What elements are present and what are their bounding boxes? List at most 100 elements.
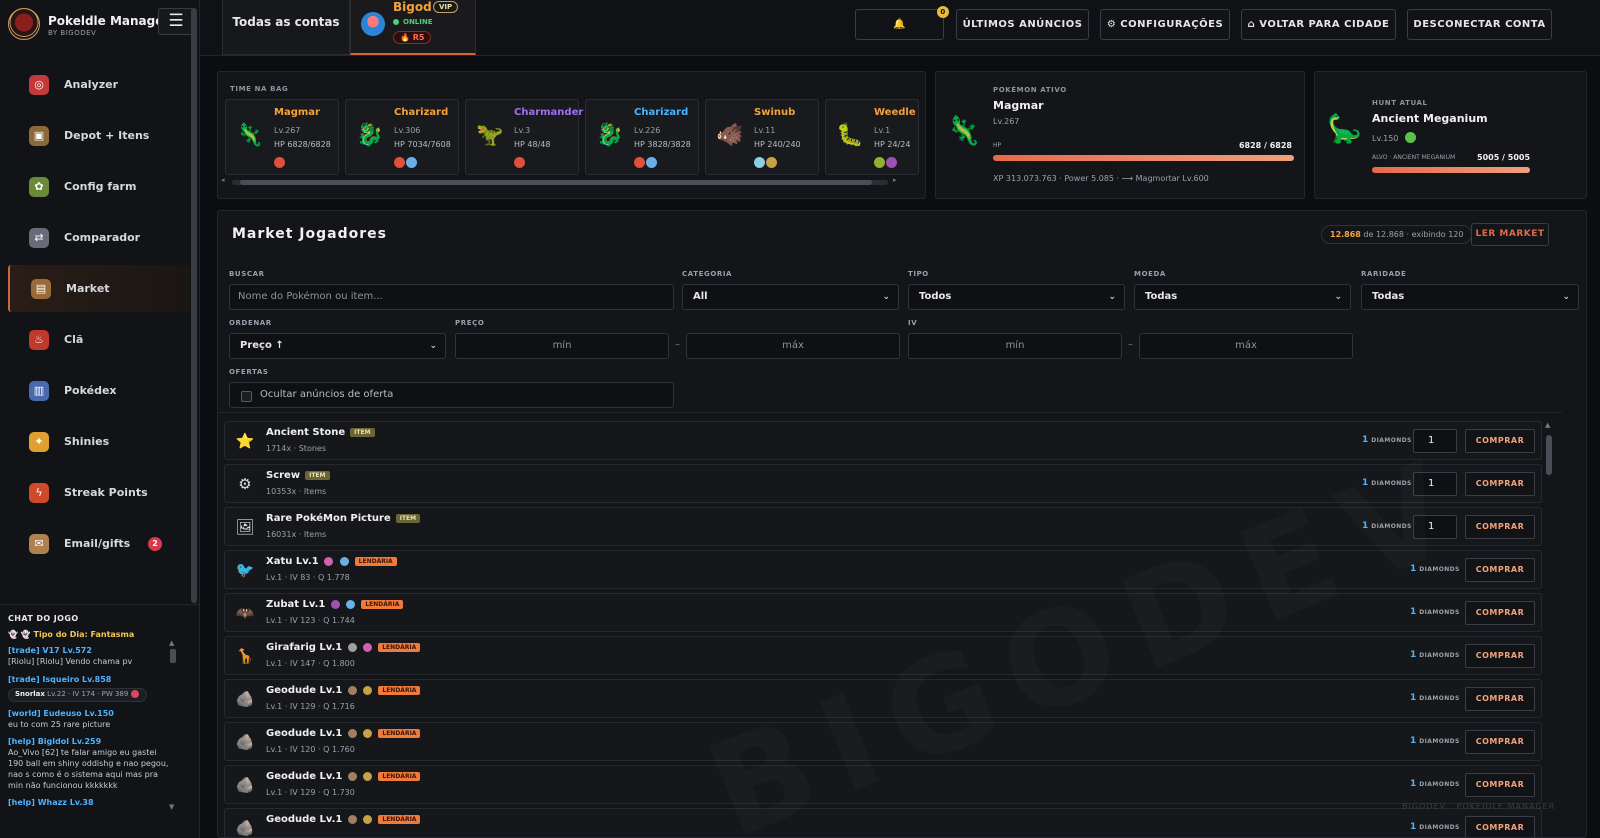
team-card[interactable]: 🐛 Weedle Lv.1 HP 24/24	[825, 99, 919, 175]
table-row[interactable]: 🪨 Geodude Lv.1 LENDÁRIA 1 DIAMONDS COMPRAR	[224, 808, 1542, 837]
team-card[interactable]: 🐉 Charizard Lv.306 HP 7034/7608	[345, 99, 459, 175]
settings-button[interactable]: ⚙ CONFIGURAÇÕES	[1100, 9, 1230, 40]
sidebar-item-analyzer[interactable]: ◎ Analyzer	[8, 61, 190, 108]
listing-name: Geodude Lv.1	[266, 814, 343, 825]
back-to-city-button[interactable]: ⌂ VOLTAR PARA CIDADE	[1241, 9, 1396, 40]
sidebar-item-depot-itens[interactable]: ▣ Depot + Itens	[8, 112, 190, 159]
scroll-right-icon[interactable]: ▸	[893, 176, 897, 184]
sidebar-item-label: Streak Points	[64, 486, 148, 499]
quantity-input[interactable]: 1	[1413, 515, 1457, 539]
menu-toggle-button[interactable]: ☰	[158, 8, 194, 35]
chat-author[interactable]: [trade] V17 Lv.572	[8, 646, 172, 657]
brand-name: Pokeldle Manager	[48, 14, 170, 28]
notification-count: 0	[937, 6, 949, 18]
active-pokemon-name: Magmar	[993, 99, 1044, 112]
scroll-left-icon[interactable]: ◂	[221, 176, 225, 184]
sidebar-item-streak-points[interactable]: ϟ Streak Points	[8, 469, 190, 516]
type-icon	[347, 685, 357, 695]
listing-name: Geodude Lv.1	[266, 771, 343, 782]
buy-button[interactable]: COMPRAR	[1465, 730, 1535, 754]
pokemon-sprite: 🐉	[596, 123, 624, 148]
chat-author[interactable]: [help] Bigldol Lv.259	[8, 737, 172, 748]
iv-min-input[interactable]: mín	[908, 333, 1122, 359]
market-scroll-thumb[interactable]	[1546, 435, 1552, 475]
tab-all-accounts[interactable]: Todas as contas	[222, 0, 350, 55]
table-row[interactable]: ⚙ Screw ITEM 10353x · Items 1 DIAMONDS 1 COMPRA…	[224, 464, 1542, 503]
team-card[interactable]: 🦎 Magmar Lv.267 HP 6828/6828	[225, 99, 339, 175]
type-icon	[754, 156, 765, 168]
sidebar-item-market[interactable]: ▤ Market	[8, 265, 190, 312]
chat-author[interactable]: [help] Whazz Lv.38	[8, 798, 172, 809]
buy-button[interactable]: COMPRAR	[1465, 687, 1535, 711]
buy-button[interactable]: COMPRAR	[1465, 816, 1535, 837]
team-card[interactable]: 🦖 Charmander Lv.3 HP 48/48	[465, 99, 583, 175]
team-scrollbar[interactable]	[232, 180, 888, 185]
buy-button[interactable]: COMPRAR	[1465, 472, 1535, 496]
listing-name-line: Girafarig Lv.1 LENDÁRIA	[266, 642, 421, 653]
buy-button[interactable]: COMPRAR	[1465, 773, 1535, 797]
sidebar-item-email-gifts[interactable]: ✉ Email/gifts 2	[8, 520, 190, 567]
price-min-input[interactable]: mín	[455, 333, 669, 359]
listing-price: 1 DIAMONDS	[1362, 521, 1412, 531]
sidebar-scrollbar[interactable]	[191, 8, 197, 603]
table-row[interactable]: ⭐ Ancient Stone ITEM 1714x · Stones 1 DIAMOND…	[224, 421, 1542, 460]
market-scrollbar[interactable]: ▲	[1545, 421, 1552, 837]
table-row[interactable]: 🐦 Xatu Lv.1 LENDÁRIA Lv.1 · IV 83 · Q 1.77…	[224, 550, 1542, 589]
scroll-up-icon[interactable]: ▲	[1545, 421, 1550, 429]
disconnect-button[interactable]: DESCONECTAR CONTA	[1407, 9, 1552, 40]
market-panel: Market Jogadores 12.868 de 12.868 · exib…	[217, 210, 1587, 838]
category-select[interactable]: All ⌄	[682, 284, 899, 310]
type-icon	[394, 156, 405, 168]
buy-button[interactable]: COMPRAR	[1465, 601, 1535, 625]
tab-account[interactable]: Bigod VIP ONLINE 🔥 R5	[350, 0, 476, 55]
sparkle-icon: ✦	[29, 432, 49, 452]
chat-author[interactable]: [trade] Isqueiro Lv.858	[8, 675, 172, 686]
type-icon	[330, 599, 340, 609]
table-row[interactable]: 🦇 Zubat Lv.1 LENDÁRIA Lv.1 · IV 123 · Q 1.…	[224, 593, 1542, 632]
quantity-input[interactable]: 1	[1413, 472, 1457, 496]
range-dash: –	[675, 339, 680, 350]
announcements-button[interactable]: ÚLTIMOS ANÚNCIOS	[956, 9, 1089, 40]
chat-pokemon-link[interactable]: Snorlax Lv.22 · IV 174 · PW 389	[8, 688, 147, 702]
sidebar-item-config-farm[interactable]: ✿ Config farm	[8, 163, 190, 210]
quantity-input[interactable]: 1	[1413, 429, 1457, 453]
chat-author[interactable]: [world] Eudeuso Lv.150	[8, 709, 172, 720]
hide-offers-checkbox[interactable]	[241, 391, 252, 402]
team-card[interactable]: 🐉 Charizard Lv.226 HP 3828/3828	[585, 99, 699, 175]
notifications-button[interactable]: 🔔 0	[855, 6, 949, 40]
hide-offers-toggle[interactable]: Ocultar anúncios de oferta	[229, 382, 674, 408]
team-scroll-thumb[interactable]	[240, 180, 872, 185]
price-max-input[interactable]: máx	[686, 333, 900, 359]
chat-scrollbar[interactable]: ▲ ▼	[169, 639, 176, 813]
table-row[interactable]: 🪨 Geodude Lv.1 LENDÁRIA Lv.1 · IV 129 · Q …	[224, 679, 1542, 718]
buy-button[interactable]: COMPRAR	[1465, 558, 1535, 582]
sidebar-item-comparador[interactable]: ⇄ Comparador	[8, 214, 190, 261]
legendary-badge: LENDÁRIA	[378, 643, 421, 652]
bell-icon: 🔔	[893, 19, 906, 30]
order-select[interactable]: Preço ↑ ⌄	[229, 333, 446, 359]
currency-select[interactable]: Todas ⌄	[1134, 284, 1351, 310]
scroll-down-icon[interactable]: ▼	[169, 803, 174, 811]
chat-scroll-thumb[interactable]	[170, 649, 176, 663]
team-panel: TIME NA BAG 🦎 Magmar Lv.267 HP 6828/6828 🐉 Ch…	[217, 71, 926, 199]
buy-button[interactable]: COMPRAR	[1465, 429, 1535, 453]
table-row[interactable]: 🪨 Geodude Lv.1 LENDÁRIA Lv.1 · IV 120 · Q …	[224, 722, 1542, 761]
sidebar-item-pok-dex[interactable]: ▥ Pokédex	[8, 367, 190, 414]
type-icons	[274, 155, 286, 168]
sidebar-item-cl-[interactable]: ♨ Clã	[8, 316, 190, 363]
table-row[interactable]: 🖼 Rare PokéMon Picture ITEM 16031x · Items 1…	[224, 507, 1542, 546]
table-row[interactable]: 🪨 Geodude Lv.1 LENDÁRIA Lv.1 · IV 129 · Q …	[224, 765, 1542, 804]
table-row[interactable]: 🦒 Girafarig Lv.1 LENDÁRIA Lv.1 · IV 147 · …	[224, 636, 1542, 675]
range-dash: –	[1128, 339, 1133, 350]
chat-title: CHAT DO JOGO	[8, 614, 79, 623]
buy-button[interactable]: COMPRAR	[1465, 515, 1535, 539]
buy-button[interactable]: COMPRAR	[1465, 644, 1535, 668]
team-card[interactable]: 🐗 Swinub Lv.11 HP 240/240	[705, 99, 819, 175]
scroll-up-icon[interactable]: ▲	[169, 639, 174, 647]
sidebar-item-shinies[interactable]: ✦ Shinies	[8, 418, 190, 465]
rarity-select[interactable]: Todas ⌄	[1361, 284, 1579, 310]
search-input[interactable]: Nome do Pokémon ou item...	[229, 284, 674, 310]
read-market-button[interactable]: LER MARKET	[1471, 223, 1549, 246]
type-select[interactable]: Todos ⌄	[908, 284, 1125, 310]
iv-max-input[interactable]: máx	[1139, 333, 1353, 359]
